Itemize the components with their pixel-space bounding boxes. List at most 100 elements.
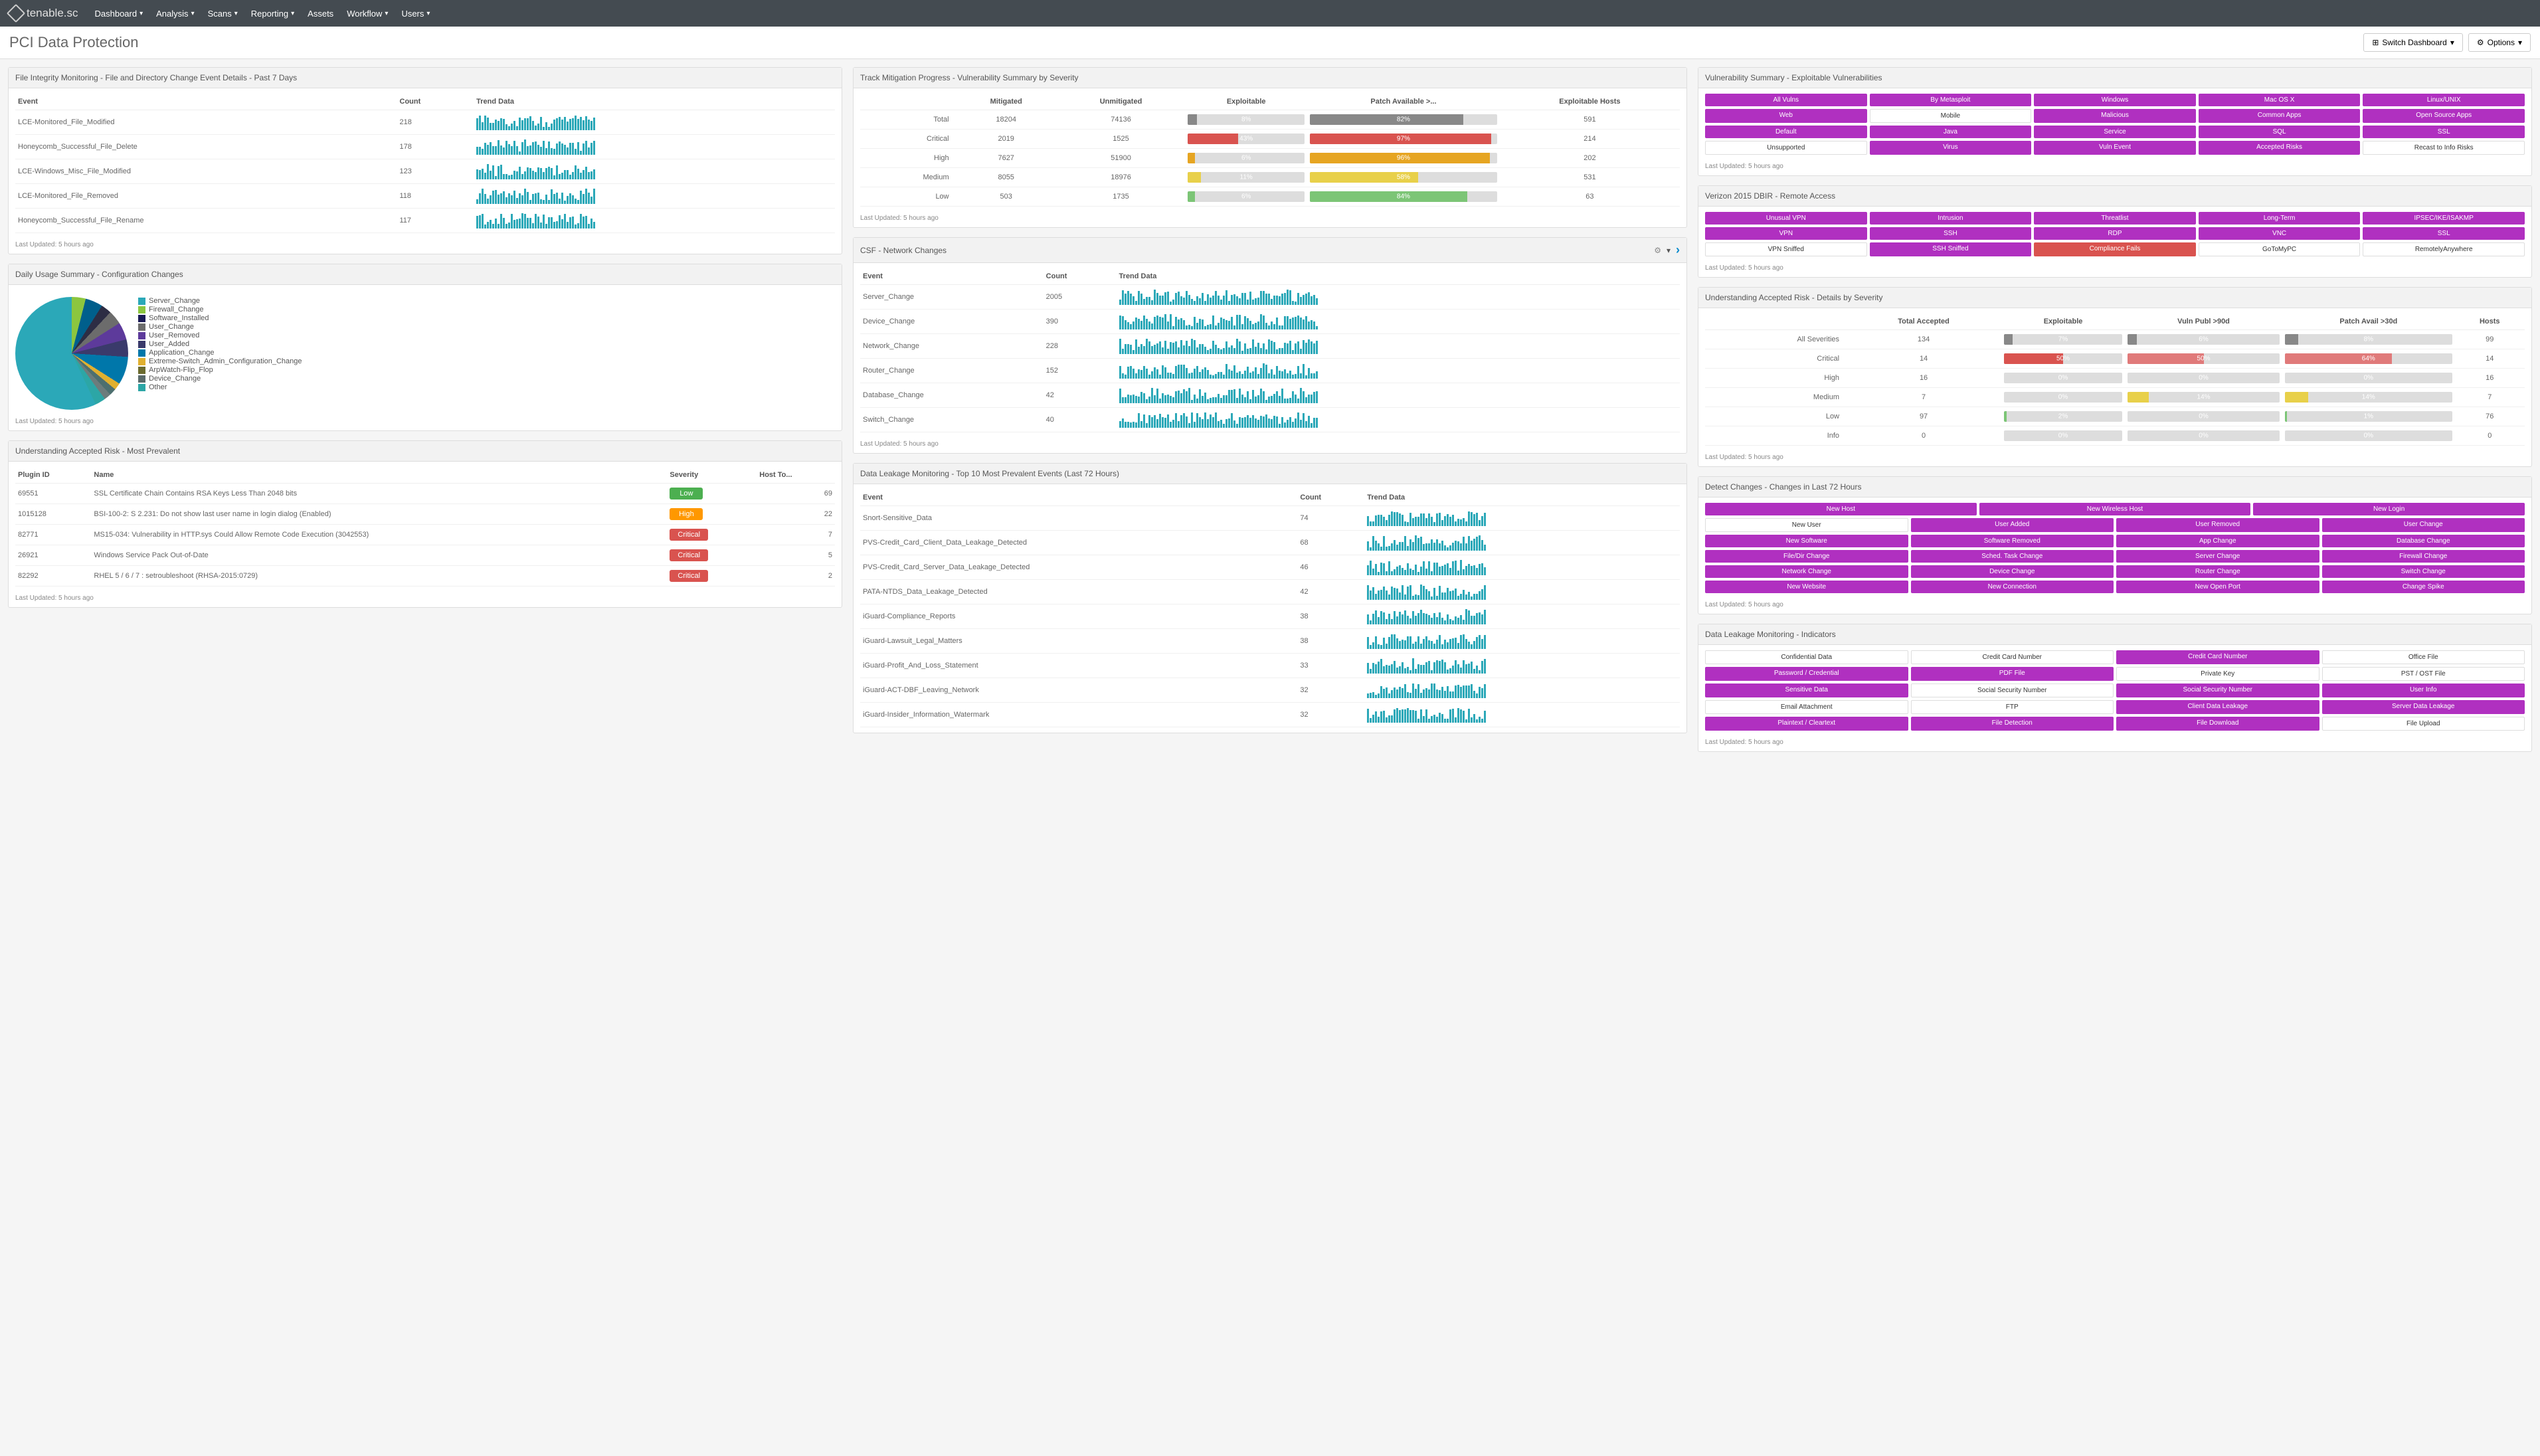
config-changes-pie-chart[interactable]: [15, 297, 128, 410]
table-row[interactable]: Network_Change228: [860, 334, 1680, 359]
table-row[interactable]: Device_Change390: [860, 310, 1680, 334]
filter-button[interactable]: User Change: [2322, 518, 2525, 532]
filter-button[interactable]: Common Apps: [2199, 109, 2361, 123]
table-row[interactable]: Database_Change42: [860, 383, 1680, 408]
column-header[interactable]: [1705, 314, 1846, 330]
table-row[interactable]: High7627519006%96%202: [860, 149, 1680, 168]
filter-button[interactable]: New Open Port: [2116, 581, 2319, 593]
table-row[interactable]: All Severities1347%6%8%99: [1705, 330, 2525, 349]
filter-button[interactable]: Client Data Leakage: [2116, 700, 2319, 714]
column-header[interactable]: [860, 94, 956, 110]
filter-button[interactable]: Open Source Apps: [2363, 109, 2525, 123]
table-row[interactable]: LCE-Monitored_File_Removed118: [15, 184, 835, 209]
column-header[interactable]: Exploitable: [2001, 314, 2125, 330]
filter-button[interactable]: Private Key: [2116, 667, 2319, 681]
column-header[interactable]: Plugin ID: [15, 467, 91, 484]
filter-button[interactable]: Mobile: [1870, 109, 2032, 123]
chevron-right-icon[interactable]: [1676, 243, 1680, 257]
filter-button[interactable]: Social Security Number: [2116, 683, 2319, 697]
filter-button[interactable]: New Wireless Host: [1979, 503, 2251, 515]
filter-button[interactable]: Network Change: [1705, 565, 1908, 578]
filter-button[interactable]: Mac OS X: [2199, 94, 2361, 106]
caret-down-icon[interactable]: ▾: [1667, 246, 1671, 255]
table-row[interactable]: iGuard-Insider_Information_Watermark32: [860, 703, 1680, 727]
table-row[interactable]: High160%0%0%16: [1705, 369, 2525, 388]
table-row[interactable]: Medium70%14%14%7: [1705, 388, 2525, 407]
filter-button[interactable]: User Info: [2322, 683, 2525, 697]
filter-button[interactable]: SSL: [2363, 126, 2525, 138]
filter-button[interactable]: SQL: [2199, 126, 2361, 138]
table-row[interactable]: Server_Change2005: [860, 285, 1680, 310]
table-row[interactable]: PVS-Credit_Card_Client_Data_Leakage_Dete…: [860, 531, 1680, 555]
filter-button[interactable]: Web: [1705, 109, 1867, 123]
table-row[interactable]: PATA-NTDS_Data_Leakage_Detected42: [860, 580, 1680, 604]
filter-button[interactable]: Firewall Change: [2322, 550, 2525, 563]
filter-button[interactable]: File/Dir Change: [1705, 550, 1908, 563]
filter-button[interactable]: RemotelyAnywhere: [2363, 242, 2525, 256]
filter-button[interactable]: Router Change: [2116, 565, 2319, 578]
table-row[interactable]: Low972%0%1%76: [1705, 407, 2525, 426]
column-header[interactable]: Mitigated: [956, 94, 1057, 110]
filter-button[interactable]: New Login: [2253, 503, 2525, 515]
filter-button[interactable]: RDP: [2034, 227, 2196, 240]
legend-item[interactable]: Software_Installed: [138, 314, 302, 322]
table-row[interactable]: Snort-Sensitive_Data74: [860, 506, 1680, 531]
column-header[interactable]: Patch Avail >30d: [2282, 314, 2454, 330]
filter-button[interactable]: Threatlist: [2034, 212, 2196, 225]
filter-button[interactable]: New Connection: [1911, 581, 2114, 593]
legend-item[interactable]: Server_Change: [138, 297, 302, 305]
filter-button[interactable]: Compliance Fails: [2034, 242, 2196, 256]
switch-dashboard-button[interactable]: Switch Dashboard ▾: [2363, 33, 2462, 52]
table-row[interactable]: 82771MS15-034: Vulnerability in HTTP.sys…: [15, 525, 835, 545]
filter-button[interactable]: Software Removed: [1911, 535, 2114, 547]
filter-button[interactable]: Windows: [2034, 94, 2196, 106]
column-header[interactable]: Event: [860, 268, 1043, 285]
filter-button[interactable]: SSL: [2363, 227, 2525, 240]
filter-button[interactable]: Social Security Number: [1911, 683, 2114, 697]
table-row[interactable]: Low50317356%84%63: [860, 187, 1680, 207]
gear-icon[interactable]: [1654, 246, 1661, 255]
table-row[interactable]: 26921Windows Service Pack Out-of-DateCri…: [15, 545, 835, 566]
filter-button[interactable]: Confidential Data: [1705, 650, 1908, 664]
column-header[interactable]: Severity: [667, 467, 757, 484]
legend-item[interactable]: Device_Change: [138, 375, 302, 383]
table-row[interactable]: iGuard-Compliance_Reports38: [860, 604, 1680, 629]
column-header[interactable]: Count: [1297, 490, 1364, 506]
table-row[interactable]: Router_Change152: [860, 359, 1680, 383]
column-header[interactable]: Exploitable Hosts: [1500, 94, 1680, 110]
table-row[interactable]: PVS-Credit_Card_Server_Data_Leakage_Dete…: [860, 555, 1680, 580]
filter-button[interactable]: File Download: [2116, 717, 2319, 731]
filter-button[interactable]: New User: [1705, 518, 1908, 532]
table-row[interactable]: 69551SSL Certificate Chain Contains RSA …: [15, 484, 835, 504]
filter-button[interactable]: User Removed: [2116, 518, 2319, 532]
filter-button[interactable]: New Host: [1705, 503, 1977, 515]
filter-button[interactable]: Long-Term: [2199, 212, 2361, 225]
table-row[interactable]: Honeycomb_Successful_File_Rename117: [15, 209, 835, 233]
nav-item-scans[interactable]: Scans: [208, 9, 238, 19]
filter-button[interactable]: New Website: [1705, 581, 1908, 593]
filter-button[interactable]: SSH Sniffed: [1870, 242, 2032, 256]
table-row[interactable]: Critical1450%50%64%14: [1705, 349, 2525, 369]
column-header[interactable]: Event: [15, 94, 397, 110]
column-header[interactable]: Vuln Publ >90d: [2125, 314, 2282, 330]
filter-button[interactable]: Intrusion: [1870, 212, 2032, 225]
filter-button[interactable]: FTP: [1911, 700, 2114, 714]
nav-item-reporting[interactable]: Reporting: [251, 9, 294, 19]
column-header[interactable]: Trend Data: [474, 94, 835, 110]
filter-button[interactable]: New Software: [1705, 535, 1908, 547]
filter-button[interactable]: Unusual VPN: [1705, 212, 1867, 225]
column-header[interactable]: Trend Data: [1364, 490, 1680, 506]
column-header[interactable]: Count: [397, 94, 474, 110]
column-header[interactable]: Event: [860, 490, 1297, 506]
filter-button[interactable]: Sensitive Data: [1705, 683, 1908, 697]
legend-item[interactable]: ArpWatch-Flip_Flop: [138, 366, 302, 374]
filter-button[interactable]: Device Change: [1911, 565, 2114, 578]
filter-button[interactable]: App Change: [2116, 535, 2319, 547]
filter-button[interactable]: Email Attachment: [1705, 700, 1908, 714]
column-header[interactable]: Total Accepted: [1846, 314, 2001, 330]
table-row[interactable]: Medium80551897611%58%531: [860, 168, 1680, 187]
filter-button[interactable]: Office File: [2322, 650, 2525, 664]
filter-button[interactable]: Default: [1705, 126, 1867, 138]
filter-button[interactable]: Database Change: [2322, 535, 2525, 547]
table-row[interactable]: Total18204741368%82%591: [860, 110, 1680, 130]
